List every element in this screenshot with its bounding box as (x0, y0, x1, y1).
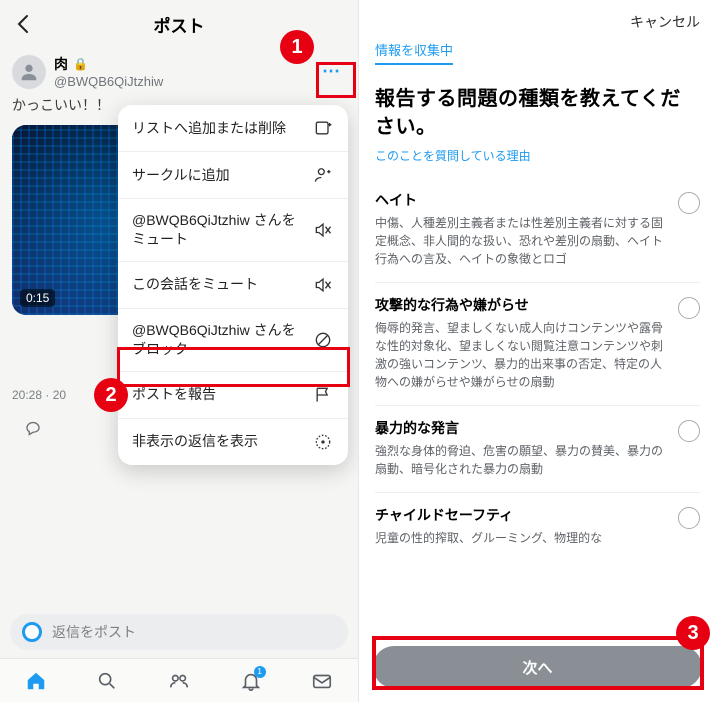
next-button-wrap: 次へ (373, 646, 702, 688)
user-handle[interactable]: @BWQB6QiJtzhiw (54, 74, 318, 89)
user-name-block: 肉 🔒 @BWQB6QiJtzhiw (54, 54, 318, 89)
option-title: 攻撃的な行為や嫌がらせ (375, 295, 668, 315)
speaker-mute-icon (312, 274, 334, 296)
menu-report-post[interactable]: ポストを報告 (118, 372, 348, 419)
option-desc: 児童の性的搾取、グルーミング、物理的な (375, 529, 668, 547)
block-icon (312, 329, 334, 351)
right-header: キャンセル (359, 0, 716, 40)
twitter-post-screen: ポスト 肉 🔒 @BWQB6QiJtzhiw ⋯ かっこいい！！ 0:15 20… (0, 0, 358, 702)
flag-icon (312, 384, 334, 406)
context-menu: リストへ追加または削除 サークルに追加 @BWQB6QiJtzhiw さんをミュ… (118, 105, 348, 465)
report-flow-screen: キャンセル 情報を収集中 報告する問題の種類を教えてください。 このことを質問し… (358, 0, 716, 702)
page-title: ポスト (36, 12, 322, 37)
tweet-timestamp: 20:28 · 20 (12, 388, 66, 402)
bottom-nav: 1 (0, 658, 358, 702)
menu-add-to-list[interactable]: リストへ追加または削除 (118, 105, 348, 152)
person-add-icon (312, 164, 334, 186)
option-child-safety[interactable]: チャイルドセーフティ 児童の性的搾取、グルーミング、物理的な (375, 492, 700, 561)
radio-icon[interactable] (678, 297, 700, 319)
nav-search-icon[interactable] (94, 668, 120, 694)
back-arrow-icon[interactable] (12, 12, 36, 36)
notification-badge: 1 (254, 666, 266, 678)
option-hate[interactable]: ヘイト 中傷、人種差別主義者または性差別主義者に対する固定概念、非人間的な扱い、… (375, 178, 700, 282)
reply-placeholder: 返信をポスト (52, 622, 136, 642)
option-title: 暴力的な発言 (375, 418, 668, 438)
tweet-header: 肉 🔒 @BWQB6QiJtzhiw ⋯ (0, 48, 358, 89)
lock-icon: 🔒 (73, 57, 88, 71)
list-add-icon (312, 117, 334, 139)
menu-add-to-circle[interactable]: サークルに追加 (118, 152, 348, 199)
left-header: ポスト (0, 0, 358, 48)
avatar[interactable] (12, 55, 46, 89)
why-asking-link[interactable]: このことを質問している理由 (359, 147, 716, 178)
option-violent-speech[interactable]: 暴力的な発言 強烈な身体的脅迫、危害の願望、暴力の賛美、暴力の扇動、暗号化された… (375, 405, 700, 492)
option-title: ヘイト (375, 190, 668, 210)
radio-icon[interactable] (678, 507, 700, 529)
option-harassment[interactable]: 攻撃的な行為や嫌がらせ 侮辱的発言、望ましくない成人向けコンテンツや露骨な性的対… (375, 282, 700, 405)
menu-show-hidden-replies[interactable]: 非表示の返信を表示 (118, 419, 348, 465)
radio-icon[interactable] (678, 420, 700, 442)
option-desc: 強烈な身体的脅迫、危害の願望、暴力の賛美、暴力の扇動、暗号化された暴力の扇動 (375, 442, 668, 478)
menu-mute-conversation[interactable]: この会話をミュート (118, 262, 348, 309)
report-options-list: ヘイト 中傷、人種差別主義者または性差別主義者に対する固定概念、非人間的な扱い、… (359, 178, 716, 561)
nav-home-icon[interactable] (23, 668, 49, 694)
next-button[interactable]: 次へ (373, 646, 702, 688)
more-options-button[interactable]: ⋯ (318, 58, 346, 86)
option-title: チャイルドセーフティ (375, 505, 668, 525)
reply-input-bar[interactable]: 返信をポスト (10, 614, 348, 650)
speaker-mute-icon (312, 219, 334, 241)
video-duration: 0:15 (20, 289, 55, 307)
menu-mute-user[interactable]: @BWQB6QiJtzhiw さんをミュート (118, 199, 348, 262)
nav-messages-icon[interactable] (309, 668, 335, 694)
radio-icon[interactable] (678, 192, 700, 214)
nav-notifications-icon[interactable]: 1 (238, 668, 264, 694)
reply-avatar-icon (22, 622, 42, 642)
step-active-label: 情報を収集中 (375, 40, 453, 65)
cancel-button[interactable]: キャンセル (630, 12, 700, 32)
reply-icon[interactable] (24, 418, 42, 436)
nav-communities-icon[interactable] (166, 668, 192, 694)
option-desc: 中傷、人種差別主義者または性差別主義者に対する固定概念、非人間的な扱い、恐れや差… (375, 214, 668, 268)
hidden-replies-icon (312, 431, 334, 453)
option-desc: 侮辱的発言、望ましくない成人向けコンテンツや露骨な性的対象化、望ましくない閲覧注… (375, 319, 668, 391)
step-indicator: 情報を収集中 (359, 40, 716, 79)
report-headline: 報告する問題の種類を教えてください。 (359, 79, 716, 147)
display-name[interactable]: 肉 (54, 54, 68, 74)
menu-block-user[interactable]: @BWQB6QiJtzhiw さんをブロック (118, 309, 348, 372)
